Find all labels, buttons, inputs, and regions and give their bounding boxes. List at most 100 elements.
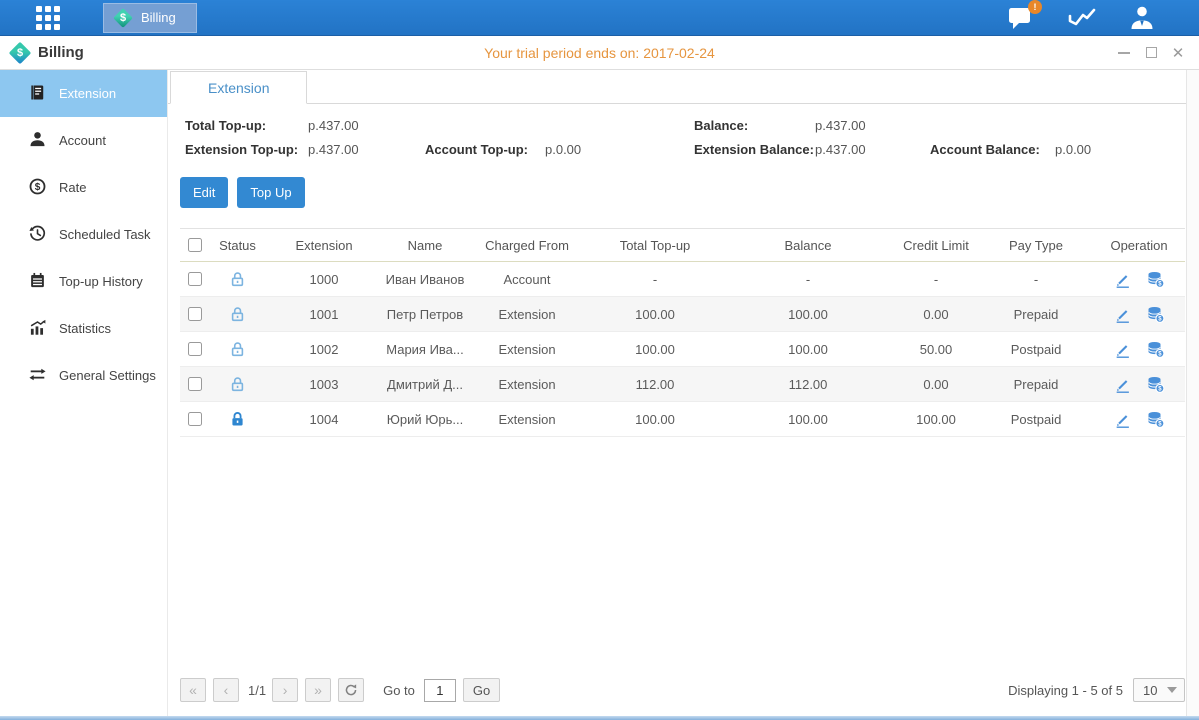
lock-status-icon[interactable] [229, 376, 246, 393]
extension-balance-label: Extension Balance: [689, 142, 815, 157]
app-grid-icon[interactable] [36, 6, 60, 30]
trial-notice: Your trial period ends on: 2017-02-24 [484, 45, 715, 61]
sidebar-item-label: Extension [59, 86, 116, 101]
account-balance-value: p.0.00 [1055, 142, 1180, 157]
page-size-dropdown[interactable]: 10 [1133, 678, 1185, 702]
topup-history-icon [29, 272, 46, 292]
svg-text:$: $ [35, 182, 41, 193]
last-page-button[interactable]: » [305, 678, 331, 702]
go-button[interactable]: Go [463, 678, 500, 702]
sidebar-item-statistics[interactable]: Statistics [0, 305, 167, 352]
table-row: 1003 Дмитрий Д... Extension 112.00 112.0… [180, 367, 1185, 402]
scheduled-task-icon [29, 225, 46, 245]
edit-row-icon[interactable] [1114, 306, 1131, 323]
next-page-button[interactable]: › [272, 678, 298, 702]
goto-page-input[interactable] [424, 679, 456, 702]
extension-balance-value: p.437.00 [815, 142, 925, 157]
account-topup-label: Account Top-up: [420, 142, 545, 157]
refresh-button[interactable] [338, 678, 364, 702]
table-row: 1001 Петр Петров Extension 100.00 100.00… [180, 297, 1185, 332]
account-balance-label: Account Balance: [925, 142, 1055, 157]
tab-strip: Extension [168, 70, 1199, 104]
account-topup-value: p.0.00 [545, 142, 689, 157]
edit-button[interactable]: Edit [180, 177, 228, 208]
window-bottom-border [0, 716, 1199, 720]
sidebar-item-account[interactable]: Account [0, 117, 167, 164]
table-row: 1002 Мария Ива... Extension 100.00 100.0… [180, 332, 1185, 367]
pagination-bar: « ‹ 1/1 › » Go to Go Display [180, 670, 1185, 716]
extension-topup-value: p.437.00 [308, 142, 420, 157]
first-page-button[interactable]: « [180, 678, 206, 702]
sidebar-item-label: Account [59, 133, 106, 148]
table-body: 1000 Иван Иванов Account - - - - [180, 262, 1185, 437]
close-button[interactable]: ✕ [1171, 46, 1185, 60]
prev-page-button[interactable]: ‹ [213, 678, 239, 702]
chevron-down-icon [1167, 687, 1177, 693]
extension-topup-label: Extension Top-up: [180, 142, 308, 157]
top-up-row-icon[interactable]: $ [1146, 306, 1165, 323]
sidebar-item-label: Top-up History [59, 274, 143, 289]
sidebar-item-rate[interactable]: $ Rate [0, 164, 167, 211]
notification-badge: ! [1028, 0, 1042, 14]
rate-icon: $ [29, 178, 46, 198]
reports-chart-icon[interactable] [1067, 5, 1097, 31]
displaying-text: Displaying 1 - 5 of 5 [1008, 683, 1123, 698]
column-name: Name [383, 238, 467, 253]
maximize-button[interactable] [1144, 46, 1158, 60]
goto-label: Go to [383, 683, 415, 698]
billing-app-icon [113, 8, 133, 28]
total-topup-value: p.437.00 [308, 118, 420, 133]
sidebar-item-scheduled-task[interactable]: Scheduled Task [0, 211, 167, 258]
general-settings-icon [29, 366, 46, 386]
sidebar-item-extension[interactable]: Extension [0, 70, 167, 117]
edit-row-icon[interactable] [1114, 271, 1131, 288]
system-topbar: Billing ! [0, 0, 1199, 36]
top-up-row-icon[interactable]: $ [1146, 341, 1165, 358]
top-up-row-icon[interactable]: $ [1146, 271, 1165, 288]
sidebar-item-label: Statistics [59, 321, 111, 336]
edit-row-icon[interactable] [1114, 411, 1131, 428]
column-total-topup: Total Top-up [587, 238, 723, 253]
sidebar-item-label: General Settings [59, 368, 156, 383]
balance-label: Balance: [689, 118, 815, 133]
tab-extension[interactable]: Extension [170, 71, 307, 104]
edit-row-icon[interactable] [1114, 341, 1131, 358]
billing-title-icon [9, 42, 31, 64]
minimize-button[interactable] [1117, 46, 1131, 60]
column-charged-from: Charged From [467, 238, 587, 253]
app-window: Billing ! [0, 0, 1199, 720]
page-indicator: 1/1 [248, 683, 266, 698]
statistics-icon [29, 319, 46, 339]
select-all-checkbox[interactable] [188, 238, 202, 252]
lock-status-icon[interactable] [229, 411, 246, 428]
row-checkbox[interactable] [188, 377, 202, 391]
top-up-row-icon[interactable]: $ [1146, 411, 1165, 428]
page-title: Billing [38, 44, 84, 61]
page-size-value: 10 [1134, 683, 1167, 698]
row-checkbox[interactable] [188, 272, 202, 286]
account-icon [29, 131, 46, 151]
edit-row-icon[interactable] [1114, 376, 1131, 393]
top-up-row-icon[interactable]: $ [1146, 376, 1165, 393]
table-row: 1000 Иван Иванов Account - - - - [180, 262, 1185, 297]
top-up-button[interactable]: Top Up [237, 177, 304, 208]
sidebar-item-topup-history[interactable]: Top-up History [0, 258, 167, 305]
lock-status-icon[interactable] [229, 271, 246, 288]
extension-table: Status Extension Name Charged From Total… [180, 228, 1185, 437]
column-balance: Balance [723, 238, 893, 253]
lock-status-icon[interactable] [229, 306, 246, 323]
balance-summary: Total Top-up: p.437.00 Balance: p.437.00… [180, 118, 1185, 157]
row-checkbox[interactable] [188, 412, 202, 426]
sidebar-item-label: Rate [59, 180, 86, 195]
scrollbar-gutter[interactable] [1186, 70, 1199, 716]
lock-status-icon[interactable] [229, 341, 246, 358]
user-account-icon[interactable] [1129, 5, 1155, 31]
messages-icon[interactable]: ! [1007, 5, 1035, 30]
row-checkbox[interactable] [188, 342, 202, 356]
taskbar-tab-label: Billing [141, 10, 176, 25]
row-checkbox[interactable] [188, 307, 202, 321]
sidebar-item-general-settings[interactable]: General Settings [0, 352, 167, 399]
column-pay-type: Pay Type [979, 238, 1093, 253]
total-topup-label: Total Top-up: [180, 118, 308, 133]
taskbar-tab-billing[interactable]: Billing [103, 3, 197, 33]
